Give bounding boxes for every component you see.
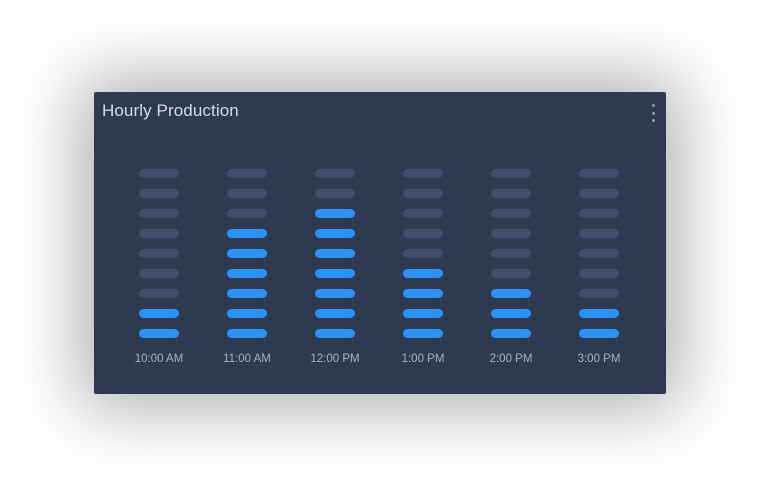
bar-segment-empty [139, 209, 179, 218]
bar-segment-empty [579, 269, 619, 278]
x-tick-label: 12:00 PM [310, 353, 359, 365]
bar-column [227, 169, 267, 338]
bar-segment-empty [403, 209, 443, 218]
bar-segment-filled [403, 309, 443, 318]
bar-segment-empty [139, 229, 179, 238]
bar-segment-filled [315, 309, 355, 318]
bar-segment-empty [579, 189, 619, 198]
bar-segment-filled [491, 329, 531, 338]
bar-segment-filled [139, 309, 179, 318]
bar-segment-empty [579, 229, 619, 238]
bar-segment-empty [315, 169, 355, 178]
bar-segment-empty [227, 169, 267, 178]
x-tick-label: 1:00 PM [402, 353, 445, 365]
bar-segment-empty [139, 249, 179, 258]
bar-segment-filled [227, 229, 267, 238]
bar-segment-empty [491, 269, 531, 278]
bar-segment-filled [403, 269, 443, 278]
bar-segment-empty [579, 249, 619, 258]
bar-segment-empty [579, 209, 619, 218]
bar-segment-empty [579, 289, 619, 298]
bar-segment-filled [491, 289, 531, 298]
x-tick-label: 10:00 AM [135, 353, 184, 365]
bar-segment-empty [403, 189, 443, 198]
bar-segment-empty [139, 269, 179, 278]
bar-segment-empty [579, 169, 619, 178]
bar-segment-filled [139, 329, 179, 338]
bar-column [139, 169, 179, 338]
bar-segment-filled [315, 269, 355, 278]
bar-segment-empty [491, 229, 531, 238]
bar-segment-filled [403, 329, 443, 338]
x-tick-label: 2:00 PM [490, 353, 533, 365]
bar-segment-empty [139, 169, 179, 178]
bar-segment-empty [403, 169, 443, 178]
bar-segment-empty [315, 189, 355, 198]
x-tick-label: 3:00 PM [578, 353, 621, 365]
bar-column [315, 169, 355, 338]
bar-segment-empty [491, 209, 531, 218]
bar-segment-empty [491, 249, 531, 258]
bar-segment-empty [139, 289, 179, 298]
bar-segment-filled [491, 309, 531, 318]
bar-segment-filled [403, 289, 443, 298]
bar-segment-filled [227, 329, 267, 338]
bar-segment-empty [227, 209, 267, 218]
bar-segment-empty [403, 229, 443, 238]
bar-column [579, 169, 619, 338]
bar-segment-filled [579, 309, 619, 318]
bar-segment-empty [491, 169, 531, 178]
hourly-production-card: Hourly Production 10:00 AM 11:00 AM 12:00 … [94, 92, 666, 394]
bar-column [491, 169, 531, 338]
bar-segment-filled [579, 329, 619, 338]
bar-segment-filled [315, 229, 355, 238]
bar-segment-filled [227, 269, 267, 278]
bar-segment-empty [227, 189, 267, 198]
bar-segment-filled [315, 209, 355, 218]
bar-segment-filled [227, 289, 267, 298]
hourly-production-chart: 10:00 AM 11:00 AM 12:00 PM 1:00 PM 2:00 PM 3:… [135, 169, 621, 365]
bar-column [403, 169, 443, 338]
bar-segment-filled [315, 329, 355, 338]
bar-segment-empty [403, 249, 443, 258]
bar-segment-filled [315, 289, 355, 298]
x-tick-label: 11:00 AM [223, 353, 271, 365]
bar-segment-filled [315, 249, 355, 258]
bar-segment-empty [139, 189, 179, 198]
bar-segment-empty [491, 189, 531, 198]
bar-segment-filled [227, 309, 267, 318]
bar-segment-filled [227, 249, 267, 258]
